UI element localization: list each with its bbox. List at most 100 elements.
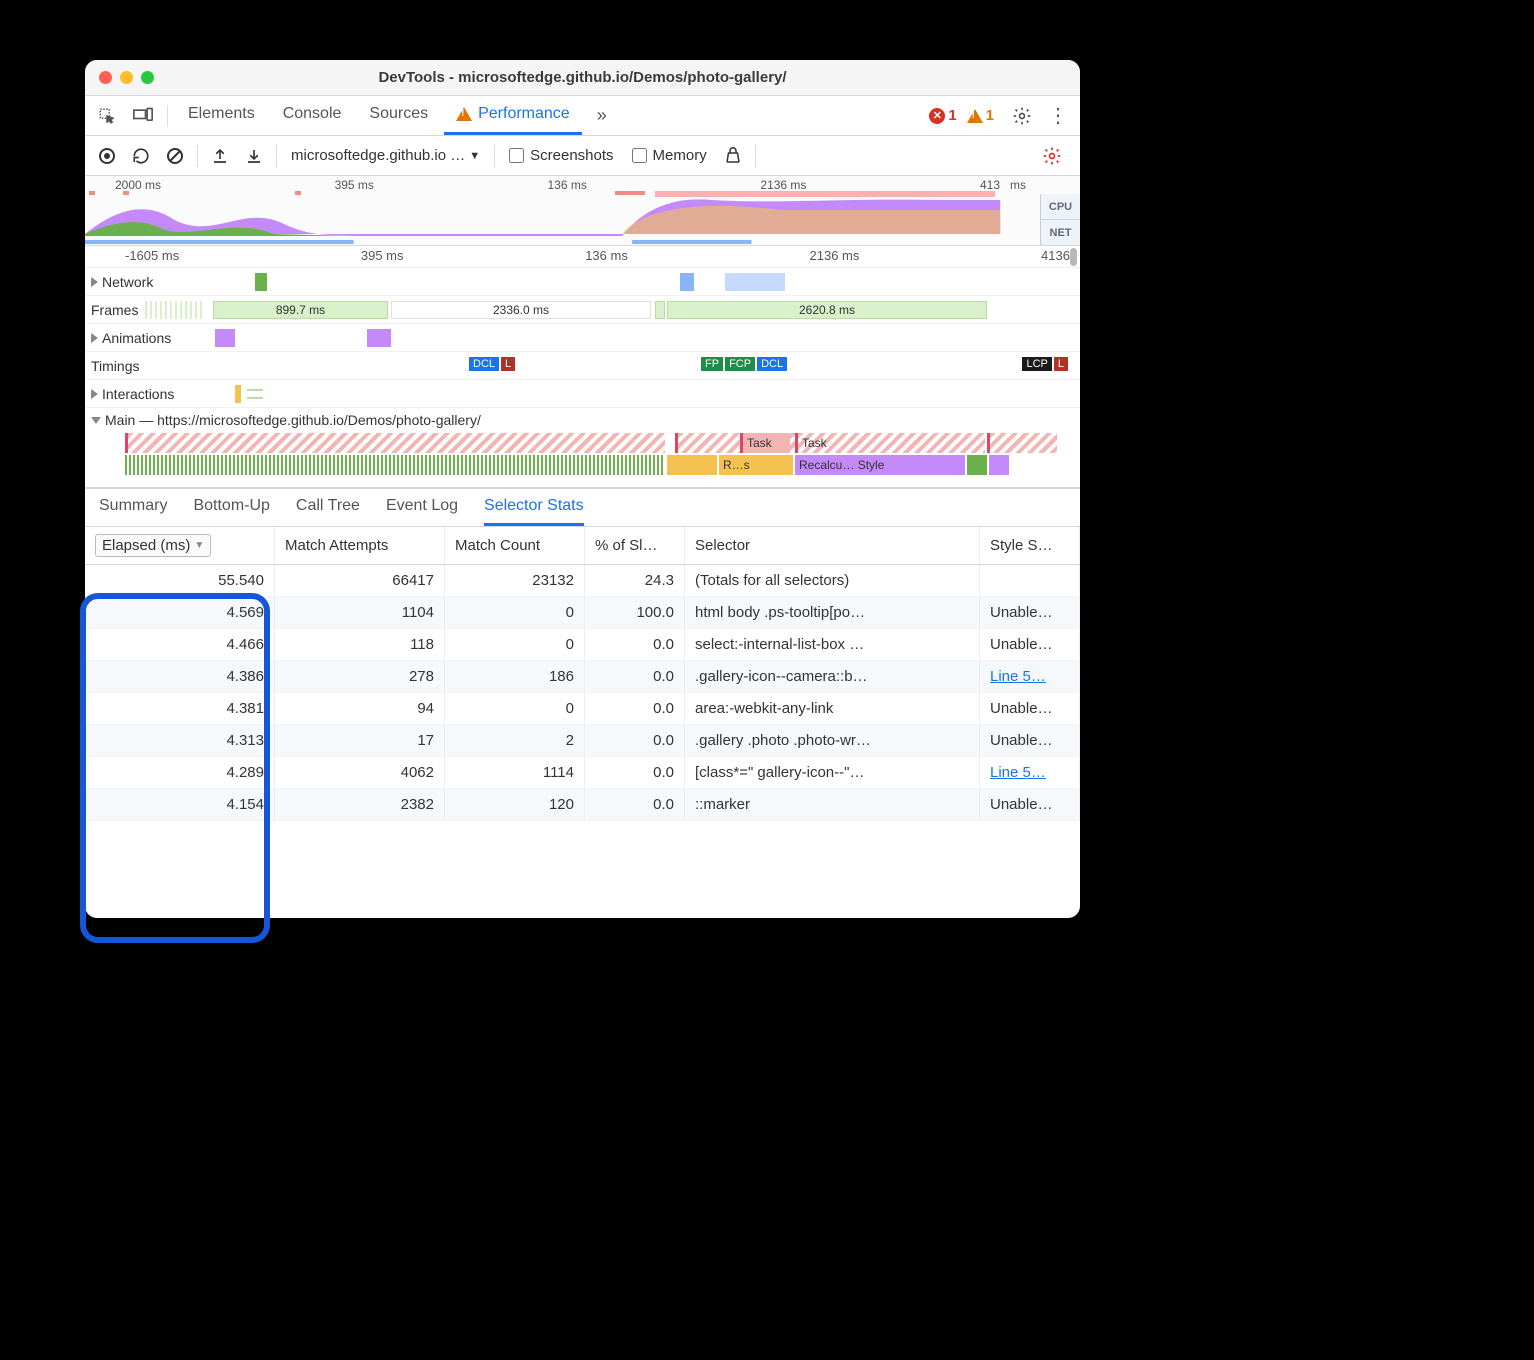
dtab-summary[interactable]: Summary [99,489,167,526]
memory-checkbox[interactable]: Memory [624,147,715,164]
dtab-selector-stats[interactable]: Selector Stats [484,489,584,526]
cell: 23132 [445,565,585,596]
screenshots-input[interactable] [509,148,524,163]
kebab-icon[interactable]: ⋮ [1042,100,1074,132]
table-row[interactable]: 4.15423821200.0::markerUnable… [85,789,1080,821]
scrollbar-thumb[interactable] [1070,248,1077,266]
table-row[interactable]: 4.56911040100.0html body .ps-tooltip[po…… [85,597,1080,629]
collapse-icon[interactable] [91,417,101,424]
track-label: Main — https://microsoftedge.github.io/D… [105,412,481,428]
table-row[interactable]: 4.3131720.0.gallery .photo .photo-wr…Una… [85,725,1080,757]
cell: 0.0 [585,789,685,820]
settings-icon[interactable] [1006,100,1038,132]
track-main[interactable]: Main — https://microsoftedge.github.io/D… [85,408,1080,488]
tab-performance-label: Performance [478,105,570,123]
style-link[interactable]: Line 5… [990,668,1046,685]
tab-console[interactable]: Console [271,96,354,135]
ruler-tick: 395 ms [361,248,404,267]
cell: 0 [445,597,585,628]
overview-timeline[interactable]: 2000 ms 395 ms 136 ms 2136 ms 413 ms CPU… [85,176,1080,246]
error-icon: ✕ [929,108,945,124]
warning-icon [456,107,472,121]
cell: 4.313 [85,725,275,756]
cell: select:-internal-list-box … [685,629,980,660]
cell: Unable… [980,693,1080,724]
dtab-event-log[interactable]: Event Log [386,489,458,526]
cell: html body .ps-tooltip[po… [685,597,980,628]
th-style[interactable]: Style S… [980,527,1080,564]
th-count[interactable]: Match Count [445,527,585,564]
th-pct[interactable]: % of Sl… [585,527,685,564]
cell: Unable… [980,597,1080,628]
th-attempts[interactable]: Match Attempts [275,527,445,564]
expand-icon[interactable] [91,333,98,343]
tab-elements[interactable]: Elements [176,96,267,135]
table-row[interactable]: 4.46611800.0select:-internal-list-box …U… [85,629,1080,661]
cell: 94 [275,693,445,724]
cell: 278 [275,661,445,692]
cell: 4.381 [85,693,275,724]
flame-block[interactable]: Task [795,433,985,453]
th-selector[interactable]: Selector [685,527,980,564]
dtab-call-tree[interactable]: Call Tree [296,489,360,526]
upload-icon[interactable] [204,140,236,172]
net-label: NET [1041,220,1080,246]
th-elapsed[interactable]: Elapsed (ms)▼ [85,527,275,564]
expand-icon[interactable] [91,277,98,287]
cell: 4.289 [85,757,275,788]
panel-tabs: Elements Console Sources Performance » ✕… [85,96,1080,136]
frame-segment: 899.7 ms [213,301,388,319]
overview-side-labels: CPU NET [1040,194,1080,246]
warning-count: 1 [986,107,994,124]
cell: 0.0 [585,725,685,756]
dtab-bottom-up[interactable]: Bottom-Up [193,489,269,526]
track-interactions[interactable]: Interactions [85,380,1080,408]
track-timings[interactable]: Timings DCL L FP FCP DCL LCP L [85,352,1080,380]
target-selector[interactable]: microsoftedge.github.io … ▼ [283,143,488,168]
th-label: Elapsed (ms) [102,537,190,554]
capture-settings-icon[interactable] [1036,140,1068,172]
clear-icon[interactable] [159,140,191,172]
warning-icon [967,109,983,123]
flame-block[interactable] [125,455,665,475]
cell: 4.154 [85,789,275,820]
more-tabs-icon[interactable]: » [586,100,618,132]
track-frames[interactable]: Frames 899.7 ms 2336.0 ms 2620.8 ms [85,296,1080,324]
cell: 4.386 [85,661,275,692]
flame-block[interactable]: Recalcu… Style [795,455,965,475]
flame-block[interactable] [989,455,1009,475]
flame-block[interactable]: R…s [719,455,793,475]
style-link[interactable]: Line 5… [990,764,1046,781]
tab-sources[interactable]: Sources [357,96,440,135]
screenshots-checkbox[interactable]: Screenshots [501,147,621,164]
perf-toolbar: microsoftedge.github.io … ▼ Screenshots … [85,136,1080,176]
tab-performance[interactable]: Performance [444,96,582,135]
flame-block[interactable] [125,433,665,453]
track-network[interactable]: Network [85,268,1080,296]
device-toggle-icon[interactable] [127,100,159,132]
flame-block[interactable]: Task [740,433,790,453]
screenshots-label: Screenshots [530,147,613,164]
flame-block[interactable] [967,455,987,475]
table-row[interactable]: 55.540664172313224.3(Totals for all sele… [85,565,1080,597]
error-badge[interactable]: ✕ 1 [929,107,956,124]
expand-icon[interactable] [91,389,98,399]
reload-icon[interactable] [125,140,157,172]
download-icon[interactable] [238,140,270,172]
track-animations[interactable]: Animations [85,324,1080,352]
flame-block[interactable] [987,433,1057,453]
record-icon[interactable] [91,140,123,172]
gc-icon[interactable] [717,140,749,172]
timing-marker: DCL [757,357,787,371]
cell: 4.569 [85,597,275,628]
inspect-icon[interactable] [91,100,123,132]
table-row[interactable]: 4.289406211140.0[class*=" gallery-icon--… [85,757,1080,789]
warning-badge[interactable]: 1 [967,107,994,124]
table-row[interactable]: 4.3862781860.0.gallery-icon--camera::b…L… [85,661,1080,693]
cell: 2 [445,725,585,756]
cell: Unable… [980,725,1080,756]
table-row[interactable]: 4.3819400.0area:-webkit-any-linkUnable… [85,693,1080,725]
memory-input[interactable] [632,148,647,163]
flame-block[interactable] [667,455,717,475]
timing-marker: FP [701,357,723,371]
